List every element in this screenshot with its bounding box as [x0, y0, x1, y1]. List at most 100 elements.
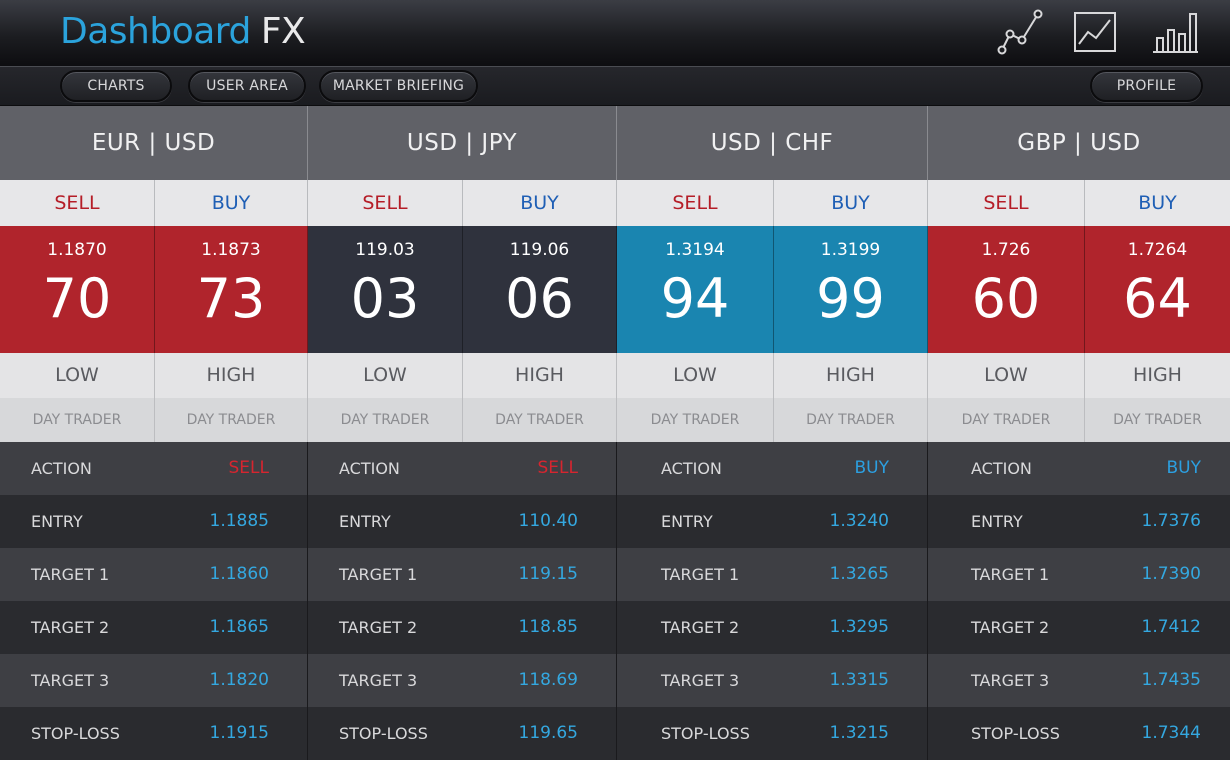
- buy-pips: 99: [816, 267, 885, 330]
- signal-table: ACTION SELL ENTRY 1.1885 TARGET 1 1.1860…: [0, 442, 308, 760]
- pair-title: EUR | USD: [0, 106, 308, 180]
- row-label: TARGET 2: [339, 618, 418, 637]
- signal-row-entry: ENTRY 1.1885: [0, 495, 308, 548]
- signal-row-target2: TARGET 2 1.3295: [617, 601, 928, 654]
- area-chart-icon[interactable]: [1070, 6, 1122, 58]
- buy-price: 1.7264: [1127, 240, 1188, 260]
- signal-row-stop-loss: STOP-LOSS 1.1915: [0, 707, 308, 760]
- brand-secondary: FX: [260, 11, 306, 52]
- sell-header: SELL: [308, 180, 463, 226]
- user-area-button[interactable]: USER AREA: [188, 70, 306, 102]
- signal-row-entry: ENTRY 1.3240: [617, 495, 928, 548]
- target2-value: 118.85: [518, 617, 578, 637]
- row-label: ENTRY: [31, 512, 83, 531]
- signal-row-target1: TARGET 1 1.1860: [0, 548, 308, 601]
- sell-pips: 70: [42, 267, 112, 330]
- high-label: HIGH: [774, 353, 928, 398]
- buy-header: BUY: [463, 180, 617, 226]
- signal-row-action: ACTION BUY: [928, 442, 1230, 495]
- stop-loss-value: 1.7344: [1141, 723, 1201, 743]
- signal-row-target1: TARGET 1 119.15: [308, 548, 617, 601]
- app-header: Dashboard FX: [0, 0, 1230, 66]
- action-value: BUY: [854, 458, 890, 478]
- low-label: LOW: [308, 353, 463, 398]
- signal-row-target2: TARGET 2 118.85: [308, 601, 617, 654]
- bar-chart-icon[interactable]: [1148, 6, 1200, 58]
- sell-pips: 94: [660, 267, 730, 330]
- sell-price-button[interactable]: 1.1870 70: [0, 226, 155, 353]
- line-chart-icon[interactable]: [994, 6, 1046, 58]
- target2-value: 1.7412: [1141, 617, 1201, 637]
- signal-row-target3: TARGET 3 1.7435: [928, 654, 1230, 707]
- signal-row-action: ACTION SELL: [0, 442, 308, 495]
- market-briefing-button[interactable]: MARKET BRIEFING: [319, 70, 478, 102]
- sell-price-button[interactable]: 1.726 60: [928, 226, 1085, 353]
- signal-row-target1: TARGET 1 1.3265: [617, 548, 928, 601]
- pair-panel-usdchf: USD | CHF SELL 1.3194 94 LOW DAY TRADER …: [617, 106, 928, 760]
- row-label: STOP-LOSS: [31, 724, 120, 743]
- buy-price-button[interactable]: 1.1873 73: [155, 226, 308, 353]
- sell-price: 1.3194: [665, 240, 725, 260]
- signal-row-action: ACTION SELL: [308, 442, 617, 495]
- buy-header: BUY: [1085, 180, 1230, 226]
- buy-price: 1.3199: [820, 240, 881, 260]
- high-label: HIGH: [155, 353, 308, 398]
- low-label: LOW: [0, 353, 155, 398]
- target2-value: 1.1865: [209, 617, 269, 637]
- low-label: LOW: [928, 353, 1085, 398]
- pair-panel-gbpusd: GBP | USD SELL 1.726 60 LOW DAY TRADER B…: [928, 106, 1230, 760]
- signal-row-target1: TARGET 1 1.7390: [928, 548, 1230, 601]
- day-trader-label: DAY TRADER: [774, 398, 928, 442]
- signal-table: ACTION SELL ENTRY 110.40 TARGET 1 119.15…: [308, 442, 617, 760]
- row-label: TARGET 2: [661, 618, 740, 637]
- buy-pips: 06: [505, 267, 574, 330]
- signal-row-entry: ENTRY 110.40: [308, 495, 617, 548]
- row-label: TARGET 3: [971, 671, 1050, 690]
- sell-header: SELL: [928, 180, 1085, 226]
- row-label: TARGET 2: [971, 618, 1050, 637]
- sell-price-button[interactable]: 119.03 03: [308, 226, 463, 353]
- sell-price: 1.726: [981, 240, 1031, 260]
- sell-price: 119.03: [355, 240, 415, 260]
- sell-pips: 60: [971, 267, 1041, 330]
- pair-title: GBP | USD: [928, 106, 1230, 180]
- pair-panel-eurusd: EUR | USD SELL 1.1870 70 LOW DAY TRADER …: [0, 106, 308, 760]
- row-label: TARGET 1: [31, 565, 110, 584]
- pair-title: USD | JPY: [308, 106, 617, 180]
- signal-table: ACTION BUY ENTRY 1.3240 TARGET 1 1.3265 …: [617, 442, 928, 760]
- sell-header: SELL: [617, 180, 774, 226]
- entry-value: 1.1885: [209, 511, 269, 531]
- target1-value: 1.3265: [829, 564, 889, 584]
- day-trader-label: DAY TRADER: [308, 398, 463, 442]
- buy-pips: 64: [1123, 267, 1192, 330]
- signal-row-entry: ENTRY 1.7376: [928, 495, 1230, 548]
- target3-value: 1.7435: [1141, 670, 1201, 690]
- row-label: ACTION: [971, 459, 1032, 478]
- buy-price-button[interactable]: 1.3199 99: [774, 226, 928, 353]
- row-label: STOP-LOSS: [661, 724, 750, 743]
- brand-logo: Dashboard FX: [60, 9, 306, 55]
- buy-price-button[interactable]: 119.06 06: [463, 226, 617, 353]
- action-value: BUY: [1166, 458, 1202, 478]
- sell-price-button[interactable]: 1.3194 94: [617, 226, 774, 353]
- entry-value: 1.3240: [829, 511, 889, 531]
- buy-price-button[interactable]: 1.7264 64: [1085, 226, 1230, 353]
- row-label: TARGET 3: [31, 671, 110, 690]
- buy-price: 119.06: [509, 240, 570, 260]
- entry-value: 1.7376: [1141, 511, 1201, 531]
- buy-header: BUY: [774, 180, 928, 226]
- signal-row-target2: TARGET 2 1.1865: [0, 601, 308, 654]
- signal-row-target2: TARGET 2 1.7412: [928, 601, 1230, 654]
- day-trader-label: DAY TRADER: [1085, 398, 1230, 442]
- day-trader-label: DAY TRADER: [155, 398, 308, 442]
- target2-value: 1.3295: [829, 617, 889, 637]
- signal-row-action: ACTION BUY: [617, 442, 928, 495]
- target3-value: 118.69: [518, 670, 578, 690]
- day-trader-label: DAY TRADER: [0, 398, 155, 442]
- charts-button[interactable]: CHARTS: [60, 70, 172, 102]
- signal-row-target3: TARGET 3 118.69: [308, 654, 617, 707]
- buy-header: BUY: [155, 180, 308, 226]
- row-label: ENTRY: [339, 512, 391, 531]
- signal-row-target3: TARGET 3 1.1820: [0, 654, 308, 707]
- profile-button[interactable]: PROFILE: [1090, 70, 1203, 102]
